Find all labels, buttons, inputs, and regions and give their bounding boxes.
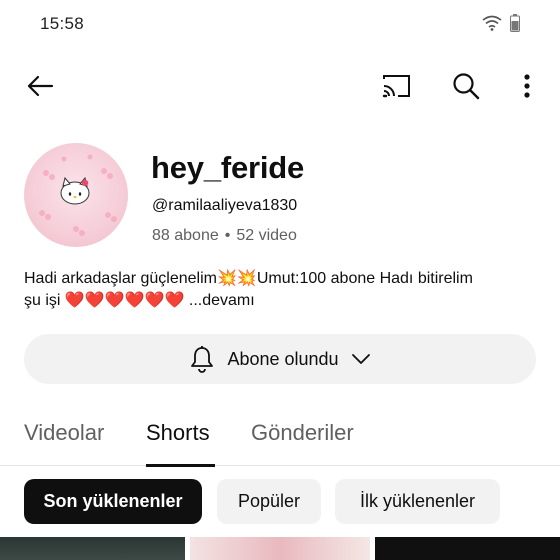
more-vertical-icon <box>524 74 530 98</box>
hello-kitty-avatar-image <box>39 154 117 236</box>
status-bar: 15:58 <box>0 0 560 46</box>
selected-tab-indicator <box>146 464 215 467</box>
tab-posts[interactable]: Gönderiler <box>251 420 354 446</box>
video-count: 52 video <box>236 227 297 244</box>
stats-separator: • <box>224 227 231 244</box>
short-thumbnail[interactable] <box>190 537 370 560</box>
tab-videos[interactable]: Videolar <box>24 420 104 446</box>
subscribed-button[interactable]: Abone olundu <box>24 334 536 384</box>
back-button[interactable] <box>20 66 60 106</box>
chip-oldest[interactable]: İlk yüklenenler <box>335 479 500 524</box>
battery-icon <box>510 14 520 37</box>
top-app-bar <box>0 60 560 110</box>
subscriber-count: 88 abone <box>152 227 219 244</box>
short-thumbnail[interactable] <box>0 537 185 560</box>
status-time: 15:58 <box>40 14 85 33</box>
back-arrow-icon <box>27 75 54 97</box>
channel-description[interactable]: Hadi arkadaşlar güçlenelim💥💥Umut:100 abo… <box>24 268 544 312</box>
more-options-button[interactable] <box>507 66 547 106</box>
search-icon <box>453 73 480 100</box>
tab-shorts[interactable]: Shorts <box>146 420 210 446</box>
channel-handle: @ramilaaliyeva1830 <box>152 197 298 214</box>
description-line-2-row: şu işi ❤️❤️❤️❤️❤️❤️ ...devamı <box>24 290 544 312</box>
channel-stats: 88 abone • 52 video <box>152 227 297 245</box>
search-button[interactable] <box>446 66 486 106</box>
description-line-2: şu işi ❤️❤️❤️❤️❤️❤️ <box>24 292 185 309</box>
cast-button[interactable] <box>376 66 416 106</box>
short-thumbnail[interactable] <box>375 537 560 560</box>
shorts-grid <box>0 537 560 560</box>
subscribed-label: Abone olundu <box>227 348 339 369</box>
channel-tabs: Videolar Shorts Gönderiler <box>0 404 560 467</box>
chip-popular[interactable]: Popüler <box>217 479 321 524</box>
wifi-icon <box>482 15 502 36</box>
cast-icon <box>382 75 410 98</box>
description-more-link[interactable]: ...devamı <box>189 292 255 309</box>
chip-recently-uploaded[interactable]: Son yüklenenler <box>24 479 202 524</box>
channel-avatar[interactable] <box>24 143 128 247</box>
chevron-down-icon <box>351 354 370 364</box>
bell-icon <box>191 346 214 373</box>
channel-name: hey_feride <box>151 150 305 185</box>
description-line-1: Hadi arkadaşlar güçlenelim💥💥Umut:100 abo… <box>24 270 473 287</box>
